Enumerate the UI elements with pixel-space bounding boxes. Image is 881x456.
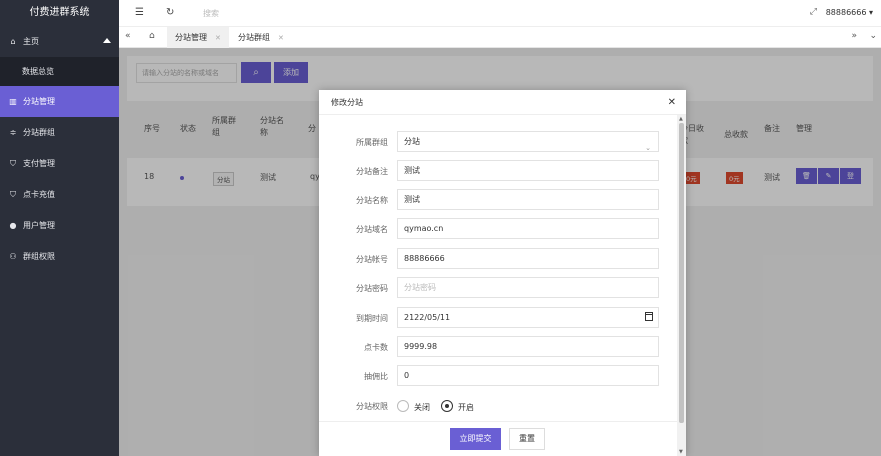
calendar-icon[interactable] (645, 312, 653, 321)
tabs-prev-icon[interactable]: « (125, 31, 131, 41)
ratio-label: 抽佣比 (364, 372, 388, 381)
modal-title: 修改分站 (331, 98, 363, 107)
chevron-down-icon: ⌄ (645, 144, 651, 152)
modal-header: 修改分站 ✕ (319, 90, 686, 115)
domain-field[interactable]: qymao.cn (397, 218, 659, 239)
remark-label: 分站备注 (356, 167, 388, 176)
group-select-value: 分站 (404, 137, 420, 146)
tab-label: 分站管理 (175, 33, 207, 42)
username: 88886666 (825, 8, 867, 17)
close-icon[interactable]: ✕ (215, 34, 221, 42)
expire-date-value: 2122/05/11 (404, 313, 451, 322)
permission-on-radio[interactable] (441, 400, 453, 412)
permission-on-label[interactable]: 开启 (458, 402, 474, 413)
name-label: 分站名称 (356, 196, 388, 205)
close-icon[interactable]: ✕ (668, 90, 676, 115)
scrollbar-thumb[interactable] (679, 123, 684, 423)
ratio-field[interactable]: 0 (397, 365, 659, 386)
expire-date-field[interactable]: 2122/05/11 (397, 307, 659, 328)
sidebar-item-label: 分站群组 (23, 128, 55, 137)
menu-toggle-icon[interactable]: ☰ (135, 7, 144, 18)
submit-button[interactable]: 立即提交 (450, 428, 501, 450)
shield-check-icon: ⛉ (10, 189, 16, 199)
scroll-up-icon[interactable]: ▲ (679, 116, 683, 122)
account-label: 分站帐号 (356, 255, 388, 264)
shield-check-icon: ⛉ (10, 158, 16, 168)
home-tab-icon[interactable]: ⌂ (149, 31, 155, 41)
sidebar-item-label: 支付管理 (23, 159, 55, 168)
sidebar-item-payment[interactable]: ⛉ 支付管理 (0, 148, 119, 179)
users-icon: ⚇ (9, 252, 17, 261)
modal-body: 所属群组 分站 ⌄ 分站备注 测试 分站名称 测试 分站域名 qymao.cn … (319, 115, 677, 421)
tab-label: 分站群组 (238, 33, 270, 42)
sidebar-item-permissions[interactable]: ⚇ 群组权限 (0, 241, 119, 272)
sidebar-item-label: 用户管理 (23, 221, 55, 230)
app-title: 付费进群系统 (29, 7, 90, 18)
group-label: 所属群组 (356, 138, 388, 147)
home-icon: ⌂ (10, 37, 16, 46)
permission-off-radio[interactable] (397, 400, 409, 412)
password-label: 分站密码 (356, 284, 388, 293)
tabs-dropdown-icon[interactable]: ⌄ (869, 31, 877, 41)
remark-field[interactable]: 测试 (397, 160, 659, 181)
sidebar-item-label: 分站管理 (23, 97, 55, 106)
sidebar-item-home[interactable]: ⌂ 主页 (0, 26, 119, 57)
tab-substation[interactable]: 分站管理 ✕ (167, 27, 229, 48)
account-field[interactable]: 88886666 (397, 248, 659, 269)
cards-field[interactable]: 9999.98 (397, 336, 659, 357)
modal-scrollbar[interactable]: ▲ ▼ (677, 115, 686, 456)
columns-icon: ▥ (9, 97, 17, 106)
fullscreen-icon[interactable]: ⤢ (810, 7, 817, 17)
tab-bar: « ⌂ 分站管理 ✕ 分站群组 ✕ » ⌄ (119, 27, 881, 48)
sidebar-item-overview[interactable]: 数据总览 (0, 57, 119, 86)
sidebar-item-recharge[interactable]: ⛉ 点卡充值 (0, 179, 119, 210)
modal-footer: 立即提交 重置 (319, 421, 677, 456)
edit-substation-modal: 修改分站 ✕ 所属群组 分站 ⌄ 分站备注 测试 分站名称 测试 分站域名 qy… (319, 90, 686, 456)
caret-up-icon (103, 38, 111, 43)
sidebar-item-label: 群组权限 (23, 252, 55, 261)
refresh-icon[interactable]: ↻ (166, 7, 174, 18)
scroll-down-icon[interactable]: ▼ (679, 449, 683, 455)
top-bar: ☰ ↻ 搜索 ⤢ 88886666 ▾ (119, 0, 881, 27)
reset-button[interactable]: 重置 (509, 428, 545, 450)
sidebar-item-users[interactable]: ● 用户管理 (0, 210, 119, 241)
sidebar-item-substation[interactable]: ▥ 分站管理 (0, 86, 119, 117)
tabs-next-icon[interactable]: » (851, 31, 857, 41)
sidebar-item-label: 主页 (23, 37, 39, 46)
sliders-icon: ≑ (9, 128, 17, 137)
sidebar: 付费进群系统 ⌂ 主页 数据总览 ▥ 分站管理 ≑ 分站群组 ⛉ 支付管理 ⛉ … (0, 0, 119, 456)
user-icon: ● (9, 221, 17, 230)
expire-label: 到期时间 (356, 314, 388, 323)
domain-label: 分站域名 (356, 225, 388, 234)
sidebar-item-label: 点卡充值 (23, 190, 55, 199)
permission-off-label[interactable]: 关闭 (414, 402, 430, 413)
password-field[interactable]: 分站密码 (397, 277, 659, 298)
tab-groups[interactable]: 分站群组 ✕ (230, 27, 292, 48)
close-icon[interactable]: ✕ (278, 34, 284, 42)
name-field[interactable]: 测试 (397, 189, 659, 210)
user-menu[interactable]: 88886666 ▾ (826, 8, 873, 17)
sidebar-item-groups[interactable]: ≑ 分站群组 (0, 117, 119, 148)
search-link[interactable]: 搜索 (203, 8, 219, 19)
group-select[interactable]: 分站 ⌄ (397, 131, 659, 152)
cards-label: 点卡数 (364, 343, 388, 352)
permission-label: 分站权限 (356, 402, 388, 411)
